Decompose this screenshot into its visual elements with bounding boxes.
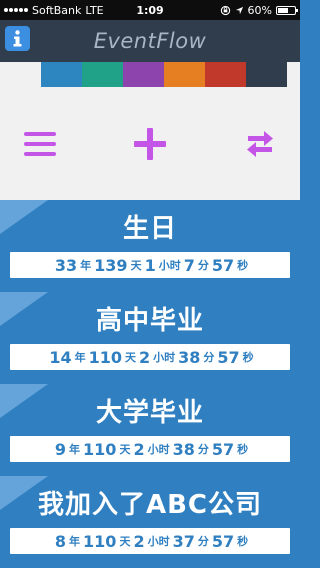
color-swatch[interactable] [41,62,82,87]
elapsed-unit: 小时 [147,443,170,456]
elapsed-unit: 秒 [242,351,254,364]
elapsed-value: 9 [54,439,67,459]
elapsed-unit: 年 [80,259,92,272]
elapsed-value: 2 [139,347,151,367]
elapsed-value: 57 [211,255,235,275]
elapsed-value: 110 [83,531,117,551]
elapsed-value: 110 [83,439,117,459]
color-theme-strip [0,62,300,87]
location-arrow-icon [235,6,243,14]
status-bar-left: SoftBank LTE [4,4,104,17]
elapsed-unit: 秒 [237,535,249,548]
elapsed-unit: 天 [119,535,131,548]
elapsed-value: 33 [54,255,78,275]
hamburger-menu-icon[interactable] [24,129,56,159]
elapsed-unit: 分 [203,351,215,364]
elapsed-unit: 分 [197,259,209,272]
elapsed-unit: 年 [69,535,81,548]
elapsed-unit: 秒 [237,259,249,272]
event-elapsed-time: 33 年 139 天 1 小时 7 分 57 秒 [10,252,290,278]
elapsed-value: 8 [54,531,67,551]
carrier-name: SoftBank [32,3,82,17]
app-title: EventFlow [93,29,207,53]
event-title: 我加入了ABC公司 [37,490,263,520]
toolbar [0,87,300,200]
elapsed-unit: 年 [69,443,81,456]
elapsed-value: 38 [172,439,195,459]
elapsed-unit: 小时 [147,535,170,548]
elapsed-value: 57 [211,439,235,459]
color-swatch [0,62,41,87]
elapsed-unit: 分 [197,443,209,456]
info-icon [13,30,22,47]
event-title: 生日 [122,214,177,244]
elapsed-unit: 秒 [237,443,249,456]
signal-strength-icon [4,8,28,12]
info-button[interactable] [5,26,30,51]
elapsed-value: 139 [94,255,128,275]
color-swatch[interactable] [82,62,123,87]
elapsed-unit: 天 [119,443,131,456]
elapsed-value: 110 [88,347,122,367]
color-swatch[interactable] [164,62,205,87]
event-elapsed-time: 9 年 110 天 2 小时 38 分 57 秒 [10,436,290,462]
elapsed-value: 7 [183,255,195,275]
elapsed-unit: 天 [125,351,136,364]
elapsed-value: 38 [178,347,201,367]
event-item[interactable]: 生日 33 年 139 天 1 小时 7 分 57 秒 [0,200,300,292]
event-title: 大学毕业 [95,398,204,428]
color-swatch[interactable] [205,62,246,87]
color-swatch[interactable] [246,62,287,87]
event-item[interactable]: 大学毕业 9 年 110 天 2 小时 38 分 57 秒 [0,384,300,476]
repeat-icon[interactable] [244,129,276,159]
event-title: 高中毕业 [95,306,204,336]
plus-icon[interactable] [134,128,166,160]
elapsed-unit: 天 [130,259,142,272]
event-elapsed-time: 8 年 110 天 2 小时 37 分 57 秒 [10,528,290,554]
elapsed-value: 57 [211,531,235,551]
network-type: LTE [85,3,104,17]
battery-icon [276,5,298,15]
elapsed-value: 1 [144,255,156,275]
color-swatch[interactable] [123,62,164,87]
event-item[interactable]: 高中毕业 14 年 110 天 2 小时 38 分 57 秒 [0,292,300,384]
status-bar-right: 60% [220,3,298,17]
battery-fill [278,7,288,13]
elapsed-value: 2 [133,439,145,459]
elapsed-unit: 分 [197,535,209,548]
elapsed-unit: 年 [74,351,86,364]
rotation-lock-icon [220,5,230,15]
elapsed-value: 14 [49,347,72,367]
status-bar: SoftBank LTE 1:09 60% [0,0,300,20]
event-list: 生日 33 年 139 天 1 小时 7 分 57 秒高中毕业 14 年 110 天 2 小时 38 分 57 秒大学毕… [0,200,300,568]
elapsed-value: 2 [133,531,145,551]
elapsed-unit: 小时 [153,351,176,364]
elapsed-value: 37 [172,531,195,551]
elapsed-unit: 小时 [158,259,181,272]
event-item[interactable]: 我加入了ABC公司 8 年 110 天 2 小时 37 分 57 秒 [0,476,300,568]
battery-percentage: 60% [247,3,272,17]
app-header: EventFlow [0,20,300,62]
elapsed-value: 57 [217,347,240,367]
event-elapsed-time: 14 年 110 天 2 小时 38 分 57 秒 [10,344,290,370]
